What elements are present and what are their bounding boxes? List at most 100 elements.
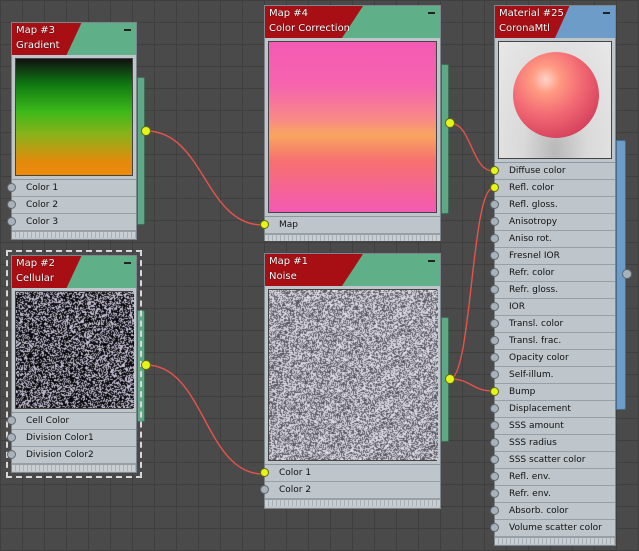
input-socket-icon[interactable]: [7, 433, 16, 442]
node-type: CoronaMtl: [499, 23, 550, 34]
input-socket-icon[interactable]: [490, 523, 499, 532]
wire-cellular-to-noise-color1[interactable]: [145, 364, 264, 475]
input-socket-icon[interactable]: [7, 450, 16, 459]
input-slot-division-color1[interactable]: Division Color1: [7, 430, 136, 447]
wire-noise-to-refl-color[interactable]: [449, 187, 494, 380]
input-socket-icon[interactable]: [490, 302, 499, 311]
input-slot-refr-env[interactable]: Refr. env.: [490, 486, 615, 503]
input-socket-icon[interactable]: [490, 370, 499, 379]
input-slot-diffuse-color[interactable]: Diffuse color: [490, 163, 615, 180]
resize-grip[interactable]: [495, 537, 615, 544]
minimize-icon[interactable]: [124, 262, 131, 264]
input-slot-map[interactable]: Map: [260, 217, 440, 234]
input-socket-icon[interactable]: [490, 183, 499, 192]
input-slot-displacement[interactable]: Displacement: [490, 401, 615, 418]
input-socket-icon[interactable]: [490, 166, 499, 175]
input-slot-color-1[interactable]: Color 1: [7, 180, 136, 197]
node-title: Map #4: [269, 8, 309, 19]
input-socket-icon[interactable]: [490, 421, 499, 430]
color-correction-output-bar[interactable]: [441, 64, 449, 214]
gradient-output-bar[interactable]: [137, 77, 145, 225]
input-slot-color-1[interactable]: Color 1: [260, 465, 440, 482]
input-slot-ior[interactable]: IOR: [490, 299, 615, 316]
input-socket-icon[interactable]: [7, 200, 16, 209]
node-header[interactable]: Map #2 Cellular: [12, 256, 136, 288]
node-header[interactable]: Material #25 CoronaMtl: [495, 6, 615, 38]
input-socket-icon[interactable]: [490, 353, 499, 362]
wire-color-correction-to-diffuse[interactable]: [449, 122, 494, 172]
minimize-icon[interactable]: [428, 260, 435, 262]
node-map1-noise[interactable]: Map #1 Noise Color 1 Color 2: [260, 253, 441, 509]
input-slot-fresnel-ior[interactable]: Fresnel IOR: [490, 248, 615, 265]
node-title: Material #25: [499, 8, 564, 19]
input-socket-icon[interactable]: [490, 506, 499, 515]
input-slot-absorb-color[interactable]: Absorb. color: [490, 503, 615, 520]
input-slot-transl-color[interactable]: Transl. color: [490, 316, 615, 333]
input-slot-refl-gloss[interactable]: Refl. gloss.: [490, 197, 615, 214]
input-socket-icon[interactable]: [490, 387, 499, 396]
input-slot-refl-color[interactable]: Refl. color: [490, 180, 615, 197]
input-socket-icon[interactable]: [490, 319, 499, 328]
input-slot-opacity-color[interactable]: Opacity color: [490, 350, 615, 367]
noise-output-socket-icon[interactable]: [445, 374, 455, 384]
node-map3-gradient[interactable]: Map #3 Gradient Color 1 Color 2 Color 3: [7, 22, 137, 240]
node-header[interactable]: Map #3 Gradient: [12, 23, 136, 55]
input-slot-aniso-rot[interactable]: Aniso rot.: [490, 231, 615, 248]
input-socket-icon[interactable]: [490, 489, 499, 498]
input-socket-icon[interactable]: [490, 472, 499, 481]
input-slot-color-2[interactable]: Color 2: [260, 482, 440, 499]
input-socket-icon[interactable]: [7, 217, 16, 226]
resize-grip[interactable]: [265, 499, 440, 506]
gradient-preview: [15, 58, 133, 176]
input-slot-sss-scatter-color[interactable]: SSS scatter color: [490, 452, 615, 469]
node-title: Map #3: [16, 25, 56, 36]
color-correction-output-socket-icon[interactable]: [445, 118, 455, 128]
node-header[interactable]: Map #1 Noise: [265, 254, 440, 286]
input-slot-volume-scatter-color[interactable]: Volume scatter color: [490, 520, 615, 537]
input-slot-division-color2[interactable]: Division Color2: [7, 447, 136, 464]
input-socket-icon[interactable]: [7, 416, 16, 425]
node-map4-color-correction[interactable]: Map #4 Color Correction Map: [260, 5, 441, 241]
input-slot-self-illum[interactable]: Self-illum.: [490, 367, 615, 384]
material-output-socket-icon[interactable]: [622, 269, 632, 279]
input-slot-color-2[interactable]: Color 2: [7, 197, 136, 214]
input-slot-cell-color[interactable]: Cell Color: [7, 413, 136, 430]
input-socket-icon[interactable]: [490, 404, 499, 413]
wire-gradient-to-map[interactable]: [145, 130, 264, 226]
cellular-output-socket-icon[interactable]: [141, 360, 151, 370]
minimize-icon[interactable]: [603, 12, 610, 14]
input-socket-icon[interactable]: [490, 285, 499, 294]
node-title: Map #2: [16, 258, 56, 269]
minimize-icon[interactable]: [124, 29, 131, 31]
input-socket-icon[interactable]: [7, 183, 16, 192]
input-slot-color-3[interactable]: Color 3: [7, 214, 136, 231]
resize-grip[interactable]: [12, 464, 136, 471]
input-socket-icon[interactable]: [260, 220, 269, 229]
input-socket-icon[interactable]: [490, 268, 499, 277]
input-slot-refr-color[interactable]: Refr. color: [490, 265, 615, 282]
input-socket-icon[interactable]: [490, 336, 499, 345]
input-socket-icon[interactable]: [490, 234, 499, 243]
input-slot-refl-env[interactable]: Refl. env.: [490, 469, 615, 486]
resize-grip[interactable]: [12, 231, 136, 238]
node-material25-coronamtl[interactable]: Material #25 CoronaMtl Diffuse color Refl…: [490, 5, 616, 546]
node-map2-cellular[interactable]: Map #2 Cellular Cell Color Division Colo…: [6, 250, 142, 478]
input-slot-transl-frac[interactable]: Transl. frac.: [490, 333, 615, 350]
input-slot-sss-radius[interactable]: SSS radius: [490, 435, 615, 452]
input-socket-icon[interactable]: [490, 438, 499, 447]
wire-noise-to-bump[interactable]: [449, 378, 494, 392]
input-slot-refr-gloss[interactable]: Refr. gloss.: [490, 282, 615, 299]
input-socket-icon[interactable]: [490, 251, 499, 260]
input-socket-icon[interactable]: [490, 200, 499, 209]
input-socket-icon[interactable]: [490, 455, 499, 464]
minimize-icon[interactable]: [428, 12, 435, 14]
node-header[interactable]: Map #4 Color Correction: [265, 6, 440, 38]
gradient-output-socket-icon[interactable]: [141, 126, 151, 136]
resize-grip[interactable]: [265, 234, 440, 241]
input-socket-icon[interactable]: [260, 468, 269, 477]
input-slot-sss-amount[interactable]: SSS amount: [490, 418, 615, 435]
input-socket-icon[interactable]: [260, 485, 269, 494]
input-slot-anisotropy[interactable]: Anisotropy: [490, 214, 615, 231]
input-socket-icon[interactable]: [490, 217, 499, 226]
input-slot-bump[interactable]: Bump: [490, 384, 615, 401]
